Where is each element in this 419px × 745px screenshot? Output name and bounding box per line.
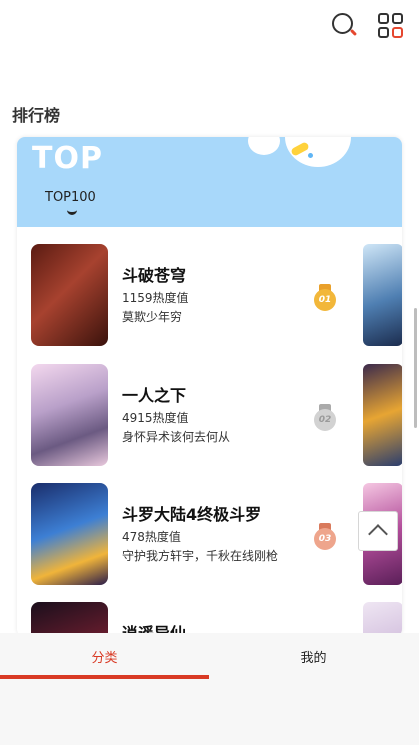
decoration-dot [308, 153, 313, 158]
comic-description: 身怀异术该何去何从 [122, 430, 231, 444]
bottom-nav: 分类 我的 [0, 633, 419, 745]
decoration-circle [248, 137, 280, 155]
heat-value: 1159热度值 [122, 291, 189, 305]
top-toolbar [331, 12, 403, 38]
side-comic-cover[interactable] [363, 602, 402, 637]
apps-grid-icon[interactable] [377, 12, 403, 38]
nav-tab-category[interactable]: 分类 [0, 633, 209, 679]
rank-medal-icon: 01 [314, 284, 336, 312]
nav-active-indicator [0, 675, 209, 679]
side-comic-cover[interactable] [363, 244, 402, 346]
comic-cover[interactable] [31, 602, 108, 637]
section-title: 排行榜 [12, 106, 61, 125]
rank-header: TOP TOP100 [17, 137, 402, 227]
scrollbar[interactable] [414, 308, 417, 428]
rank-item[interactable]: 斗破苍穹 1159热度值 莫欺少年穷 01 [17, 244, 402, 348]
comic-description: 莫欺少年穷 [122, 310, 183, 324]
side-comic-cover[interactable] [363, 364, 402, 466]
nav-tab-mine[interactable]: 我的 [209, 633, 418, 679]
tab-indicator [67, 210, 77, 215]
comic-cover[interactable] [31, 483, 108, 585]
comic-title: 斗破苍穹 [122, 266, 187, 285]
rank-card: TOP TOP100 斗破苍穹 1159热度值 莫欺少年穷 01 一人之下 49… [17, 137, 402, 637]
comic-title: 一人之下 [122, 386, 187, 405]
rank-item[interactable]: 一人之下 4915热度值 身怀异术该何去何从 02 [17, 364, 402, 468]
tab-top100[interactable]: TOP100 [45, 190, 96, 205]
rank-item[interactable]: 逍遥异仙 [17, 602, 402, 637]
rank-medal-icon: 02 [314, 404, 336, 432]
comic-description: 守护我方轩宇，千秋在线刚枪 [122, 549, 279, 563]
heat-value: 4915热度值 [122, 411, 189, 425]
rank-item[interactable]: 斗罗大陆4终极斗罗 478热度值 守护我方轩宇，千秋在线刚枪 03 [17, 483, 402, 587]
chevron-up-icon [368, 524, 388, 544]
heat-value: 478热度值 [122, 530, 181, 544]
rank-header-title: TOP [32, 141, 103, 176]
comic-title: 斗罗大陆4终极斗罗 [122, 505, 262, 524]
back-to-top-button[interactable] [358, 511, 398, 551]
comic-cover[interactable] [31, 244, 108, 346]
app-screen: 排行榜 TOP TOP100 斗破苍穹 1159热度值 莫欺少年穷 01 一人之… [0, 0, 419, 745]
comic-cover[interactable] [31, 364, 108, 466]
search-icon[interactable] [331, 12, 358, 38]
rank-medal-icon: 03 [314, 523, 336, 551]
